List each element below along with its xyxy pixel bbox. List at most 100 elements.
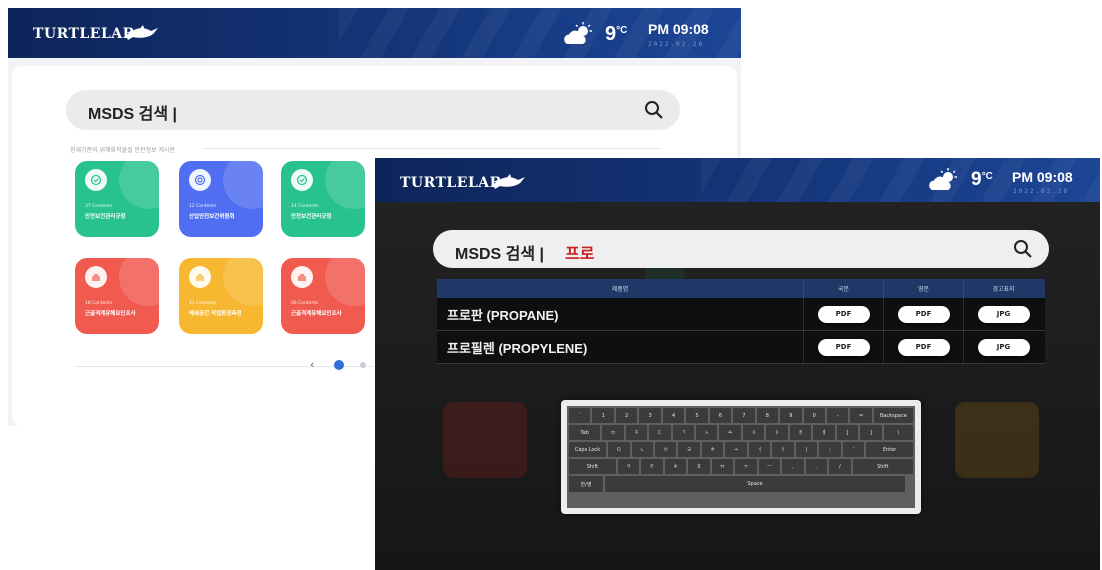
key[interactable]: ㄴ: [631, 442, 654, 457]
col-korean: 국문: [803, 279, 883, 298]
key[interactable]: ㅠ: [711, 459, 734, 474]
shift-key[interactable]: Shift: [569, 459, 616, 474]
key[interactable]: ㅣ: [795, 442, 818, 457]
table-row[interactable]: 프로필렌 (PROPYLENE) PDF PDF JPG: [437, 331, 1045, 364]
key[interactable]: ㅍ: [688, 459, 710, 474]
temperature: 9°C: [605, 23, 628, 45]
key[interactable]: ㅁ: [608, 442, 630, 457]
key[interactable]: ㄱ: [672, 425, 695, 440]
key[interactable]: ㅊ: [664, 459, 687, 474]
category-card[interactable]: 37 Contents 안전보건관리규정: [75, 161, 159, 237]
pager-prev-button[interactable]: ‹: [310, 358, 314, 371]
space-key[interactable]: Space: [605, 476, 905, 492]
product-name: 프로필렌 (PROPYLENE): [447, 340, 588, 356]
key[interactable]: 8: [756, 408, 779, 423]
language-toggle-key[interactable]: 한/영: [569, 476, 603, 492]
card-count: 06 Contents: [291, 301, 319, 306]
col-warning-label: 경고표지: [963, 279, 1043, 298]
search-bar[interactable]: MSDS 검색 | 프로: [433, 230, 1049, 268]
key[interactable]: ㅕ: [742, 425, 765, 440]
key[interactable]: ㄷ: [649, 425, 671, 440]
pdf-kr-button[interactable]: PDF: [817, 338, 870, 356]
key[interactable]: 4: [662, 408, 685, 423]
jpg-label-button[interactable]: JPG: [977, 338, 1030, 356]
section-caption: 현재기준의 위해화학물질 안전정보 게시판: [70, 147, 176, 154]
caps-lock-key[interactable]: Caps Lock: [569, 442, 607, 457]
key[interactable]: -: [826, 408, 849, 423]
key[interactable]: ㅂ: [602, 425, 624, 440]
pdf-en-button[interactable]: PDF: [897, 305, 950, 323]
search-input-label: MSDS 검색 |: [455, 246, 545, 263]
pager-dot[interactable]: [360, 362, 366, 368]
category-card[interactable]: 06 Contents 근골격계유해요인조사: [281, 258, 365, 334]
key[interactable]: /: [829, 459, 851, 474]
card-count: 14 Contents: [291, 204, 319, 209]
key[interactable]: ㅅ: [696, 425, 718, 440]
pdf-en-button[interactable]: PDF: [897, 338, 950, 356]
key[interactable]: 7: [733, 408, 755, 423]
category-card[interactable]: 14 Contents 안전보건관리규정: [281, 161, 365, 237]
temperature: 9°C: [971, 169, 993, 190]
key[interactable]: ': [842, 442, 865, 457]
key[interactable]: ;: [819, 442, 841, 457]
shift-key[interactable]: Shift: [852, 459, 914, 474]
card-count: 18 Contents: [85, 301, 113, 306]
key[interactable]: .: [805, 459, 828, 474]
key[interactable]: `: [569, 408, 591, 423]
key[interactable]: ㄹ: [678, 442, 700, 457]
key[interactable]: ]: [860, 425, 882, 440]
tab-key[interactable]: Tab: [569, 425, 601, 440]
category-card[interactable]: 18 Contents 근골격계유해요인조사: [75, 258, 159, 334]
key[interactable]: 9: [780, 408, 802, 423]
key[interactable]: ㅐ: [789, 425, 812, 440]
clock-date: 2022.02.28: [1013, 188, 1070, 195]
card-title: 근골격계유해요인조사: [291, 311, 342, 317]
category-card[interactable]: 12 Contents 산업안전보건위원회: [179, 161, 263, 237]
key[interactable]: ㅗ: [725, 442, 747, 457]
on-screen-keyboard: ` 1 2 3 4 5 6 7 8 9 0 - = Backspace Tab …: [561, 400, 921, 514]
header-bar: TURTLELAB 9°C PM 09:08 2022.02.28: [375, 158, 1100, 202]
pager-dot-active[interactable]: [334, 360, 344, 370]
jpg-label-button[interactable]: JPG: [977, 305, 1030, 323]
key[interactable]: ㅛ: [719, 425, 741, 440]
key[interactable]: ㅜ: [735, 459, 757, 474]
key[interactable]: [: [836, 425, 859, 440]
key[interactable]: 2: [615, 408, 638, 423]
partly-cloudy-icon: [929, 168, 957, 190]
key[interactable]: 6: [709, 408, 732, 423]
card-count: 12 Contents: [189, 204, 217, 209]
key[interactable]: ㅈ: [625, 425, 648, 440]
key[interactable]: ㅔ: [813, 425, 835, 440]
backspace-key[interactable]: Backspace: [873, 408, 913, 423]
table-row[interactable]: 프로판 (PROPANE) PDF PDF JPG: [437, 298, 1045, 331]
header-bar: TURTLELAB 9°C PM 09:08 2022.02.28: [8, 8, 741, 58]
category-card[interactable]: 11 Contents 폐쇄공간 작업환경측정: [179, 258, 263, 334]
search-icon[interactable]: [644, 100, 664, 120]
enter-key[interactable]: Enter: [866, 442, 914, 457]
key[interactable]: 1: [592, 408, 614, 423]
key[interactable]: 3: [639, 408, 661, 423]
key[interactable]: ㅓ: [748, 442, 771, 457]
key[interactable]: =: [850, 408, 872, 423]
key[interactable]: ㅑ: [766, 425, 788, 440]
key[interactable]: 5: [686, 408, 708, 423]
hand-icon: [291, 266, 313, 288]
search-bar[interactable]: MSDS 검색 |: [66, 90, 680, 130]
key[interactable]: 0: [803, 408, 825, 423]
card-title: 산업안전보건위원회: [189, 214, 235, 220]
key[interactable]: ㅌ: [641, 459, 663, 474]
key[interactable]: ㅋ: [617, 459, 640, 474]
key[interactable]: ㅡ: [758, 459, 781, 474]
pdf-kr-button[interactable]: PDF: [817, 305, 870, 323]
search-icon[interactable]: [1013, 239, 1033, 259]
key[interactable]: \: [883, 425, 913, 440]
key[interactable]: ㅇ: [655, 442, 677, 457]
col-product-name: 제품명: [611, 286, 629, 293]
turtle-logo-icon: [493, 174, 525, 189]
hand-icon: [189, 266, 211, 288]
key[interactable]: ㅏ: [772, 442, 794, 457]
search-query-text[interactable]: 프로: [565, 240, 594, 264]
document-icon: [85, 169, 107, 191]
key[interactable]: ㅎ: [701, 442, 724, 457]
key[interactable]: ,: [782, 459, 804, 474]
